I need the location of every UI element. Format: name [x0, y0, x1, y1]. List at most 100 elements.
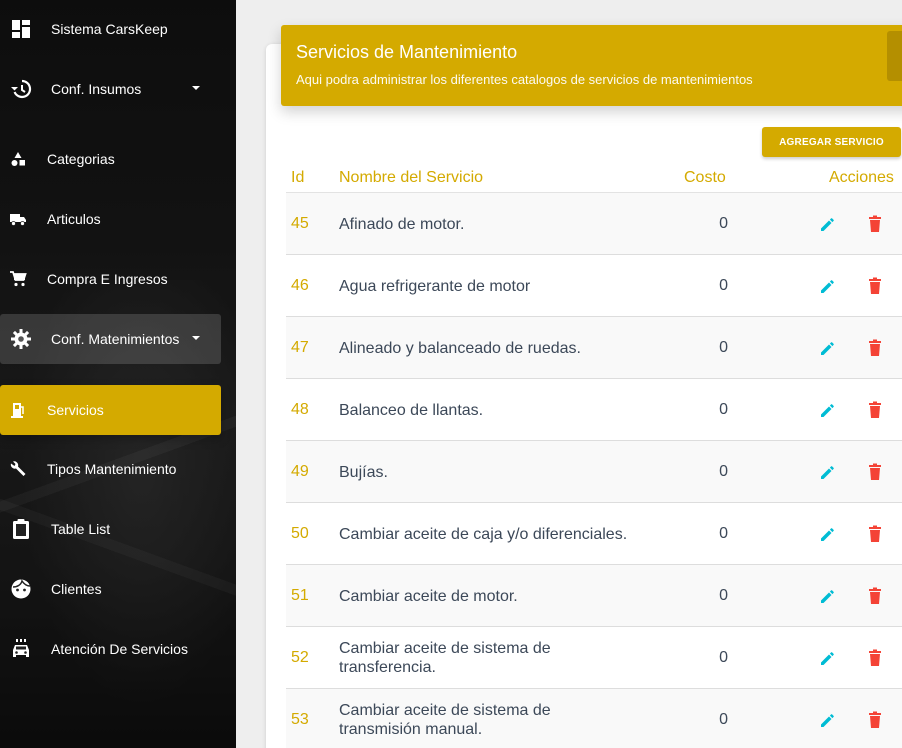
delete-button[interactable]	[864, 337, 886, 359]
sidebar-item-sistema-carskeep[interactable]: Sistema CarsKeep	[0, 4, 221, 54]
pencil-icon	[819, 339, 837, 357]
pencil-icon	[819, 525, 837, 543]
pencil-icon	[819, 649, 837, 667]
edit-button[interactable]	[817, 461, 839, 483]
sidebar-item-conf-matenimientos[interactable]: Conf. Matenimientos	[0, 314, 221, 364]
wrench-icon	[9, 460, 27, 478]
row-id: 53	[291, 711, 309, 728]
table-row: 45 Afinado de motor. 0	[286, 193, 902, 255]
sidebar-item-tipos-mantenimiento[interactable]: Tipos Mantenimiento	[0, 444, 221, 494]
sidebar-item-compra-ingresos[interactable]: Compra E Ingresos	[0, 254, 221, 304]
column-header-actions: Acciones	[829, 169, 894, 186]
cart-icon	[9, 270, 27, 288]
delete-button[interactable]	[864, 585, 886, 607]
header-action-button[interactable]	[887, 31, 902, 81]
delete-button[interactable]	[864, 461, 886, 483]
row-service-name: Balanceo de llantas.	[339, 401, 484, 419]
row-cost: 0	[719, 339, 728, 356]
table-row: 53 Cambiar aceite de sistema de transmisi…	[286, 689, 902, 748]
edit-button[interactable]	[817, 709, 839, 731]
row-service-name: Alineado y balanceado de ruedas.	[339, 339, 581, 357]
trash-icon	[867, 339, 883, 357]
delete-button[interactable]	[864, 399, 886, 421]
chevron-down-icon	[192, 336, 200, 340]
table-row: 46 Agua refrigerante de motor 0	[286, 255, 902, 317]
face-icon	[10, 578, 32, 600]
trash-icon	[867, 277, 883, 295]
row-service-name: Cambiar aceite de sistema de transferenc…	[339, 640, 551, 676]
sidebar: Sistema CarsKeep Conf. Insumos Categoria…	[0, 0, 236, 748]
pencil-icon	[819, 401, 837, 419]
sidebar-item-label: Categorias	[47, 151, 115, 167]
delete-button[interactable]	[864, 213, 886, 235]
sidebar-item-articulos[interactable]: Articulos	[0, 194, 221, 244]
edit-button[interactable]	[817, 399, 839, 421]
table-row: 47 Alineado y balanceado de ruedas. 0	[286, 317, 902, 379]
car-icon	[10, 638, 32, 660]
trash-icon	[867, 525, 883, 543]
row-service-name: Cambiar aceite de caja y/o diferenciales…	[339, 525, 628, 543]
row-service-name: Cambiar aceite de sistema de transmisión…	[339, 702, 551, 738]
row-id: 49	[291, 463, 309, 480]
delete-button[interactable]	[864, 523, 886, 545]
pencil-icon	[819, 215, 837, 233]
chevron-down-icon	[192, 86, 200, 90]
sidebar-item-label: Compra E Ingresos	[47, 271, 168, 287]
edit-button[interactable]	[817, 523, 839, 545]
row-cost: 0	[719, 711, 728, 728]
category-icon	[9, 150, 27, 168]
delete-button[interactable]	[864, 275, 886, 297]
row-cost: 0	[719, 649, 728, 666]
pencil-icon	[819, 463, 837, 481]
card-header: Servicios de Mantenimiento Aqui podra ad…	[281, 25, 902, 106]
row-id: 52	[291, 649, 309, 666]
row-id: 45	[291, 215, 309, 232]
history-icon	[10, 78, 32, 100]
delete-button[interactable]	[864, 647, 886, 669]
row-id: 47	[291, 339, 309, 356]
row-cost: 0	[719, 525, 728, 542]
edit-button[interactable]	[817, 213, 839, 235]
sidebar-item-label: Sistema CarsKeep	[51, 21, 168, 37]
sidebar-item-table-list[interactable]: Table List	[0, 504, 221, 554]
sidebar-item-label: Table List	[51, 521, 111, 537]
sidebar-item-clientes[interactable]: Clientes	[0, 564, 221, 614]
row-service-name: Agua refrigerante de motor	[339, 277, 531, 295]
edit-button[interactable]	[817, 647, 839, 669]
sidebar-item-label: Articulos	[47, 211, 101, 227]
edit-button[interactable]	[817, 585, 839, 607]
row-cost: 0	[719, 587, 728, 604]
pencil-icon	[819, 587, 837, 605]
sidebar-item-label: Clientes	[51, 581, 102, 597]
row-id: 50	[291, 525, 309, 542]
trash-icon	[867, 587, 883, 605]
sidebar-item-servicios[interactable]: Servicios	[0, 385, 221, 435]
row-service-name: Bujías.	[339, 463, 388, 481]
row-cost: 0	[719, 401, 728, 418]
delete-button[interactable]	[864, 709, 886, 731]
sidebar-item-label: Conf. Insumos	[51, 81, 142, 97]
clipboard-icon	[10, 518, 32, 540]
page-title: Servicios de Mantenimiento	[296, 42, 518, 62]
trash-icon	[867, 649, 883, 667]
column-header-name: Nombre del Servicio	[339, 169, 484, 186]
sidebar-item-categorias[interactable]: Categorias	[0, 134, 221, 184]
sidebar-item-atencion-servicios[interactable]: Atención De Servicios	[0, 624, 221, 674]
trash-icon	[867, 463, 883, 481]
table-row: 52 Cambiar aceite de sistema de transfere…	[286, 627, 902, 689]
service-icon	[9, 401, 27, 419]
row-service-name: Cambiar aceite de motor.	[339, 587, 518, 605]
sidebar-item-label: Conf. Matenimientos	[51, 331, 180, 347]
edit-button[interactable]	[817, 275, 839, 297]
row-id: 48	[291, 401, 309, 418]
sidebar-item-conf-insumos[interactable]: Conf. Insumos	[0, 64, 221, 114]
row-cost: 0	[719, 215, 728, 232]
trash-icon	[867, 215, 883, 233]
edit-button[interactable]	[817, 337, 839, 359]
table-row: 49 Bujías. 0	[286, 441, 902, 503]
add-service-button[interactable]: AGREGAR SERVICIO	[762, 127, 901, 157]
row-service-name: Afinado de motor.	[339, 215, 465, 233]
table-row: 50 Cambiar aceite de caja y/o diferencial…	[286, 503, 902, 565]
row-id: 46	[291, 277, 309, 294]
table-row: 51 Cambiar aceite de motor. 0	[286, 565, 902, 627]
